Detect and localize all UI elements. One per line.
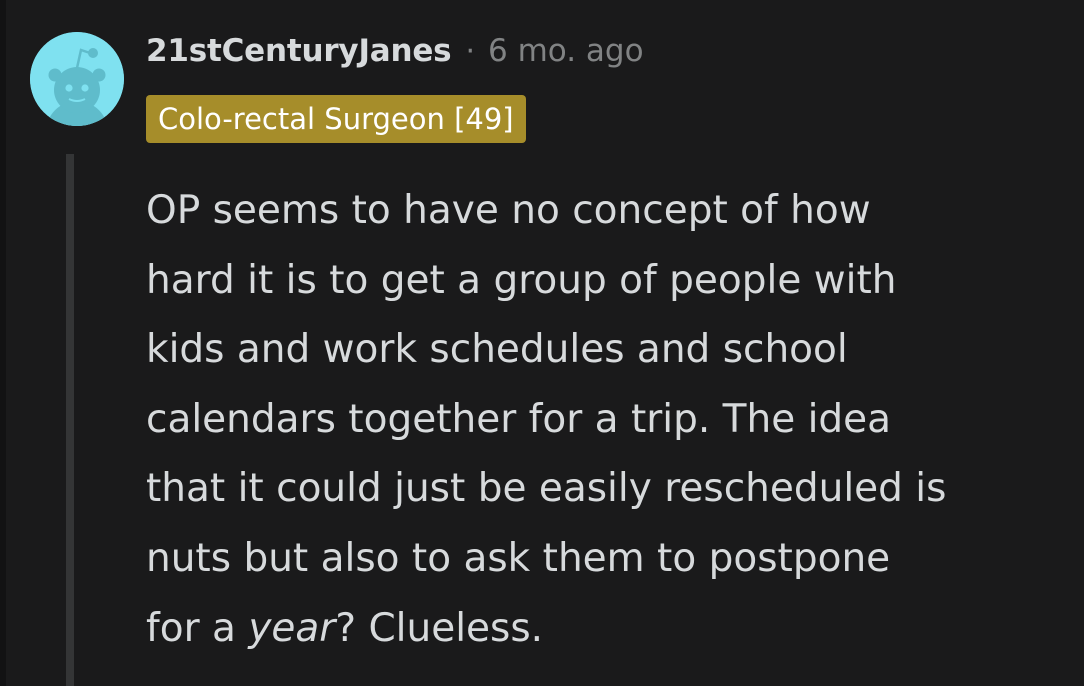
user-flair: Colo-rectal Surgeon [49]	[146, 95, 526, 143]
comment-line: nuts but also to ask them to postpone	[146, 535, 891, 581]
comment-page: 21stCenturyJanes · 6 mo. ago Colo-rectal…	[0, 0, 1084, 686]
last-line-before: for a	[146, 605, 249, 651]
comment-line: calendars together for a trip. The idea	[146, 396, 892, 442]
left-border	[0, 0, 6, 686]
comment-line: hard it is to get a group of people with	[146, 257, 897, 303]
timestamp-link[interactable]: 6 mo. ago	[488, 33, 644, 69]
comment-line-last: for a year? Clueless.	[146, 594, 1076, 664]
snoo-avatar-icon	[30, 32, 124, 126]
avatar[interactable]	[30, 32, 124, 126]
comment-header: 21stCenturyJanes · 6 mo. ago	[146, 28, 644, 74]
comment-body: OP seems to have no concept of how hard …	[146, 176, 1076, 663]
username-link[interactable]: 21stCenturyJanes	[146, 33, 452, 69]
last-line-after: ? Clueless.	[335, 605, 544, 651]
comment-line: that it could just be easily rescheduled…	[146, 466, 947, 512]
thread-line[interactable]	[66, 154, 74, 686]
separator-dot: ·	[465, 33, 475, 69]
emphasis-text: year	[248, 605, 336, 651]
comment-line: OP seems to have no concept of how	[146, 188, 871, 233]
comment-line: kids and work schedules and school	[146, 327, 848, 373]
